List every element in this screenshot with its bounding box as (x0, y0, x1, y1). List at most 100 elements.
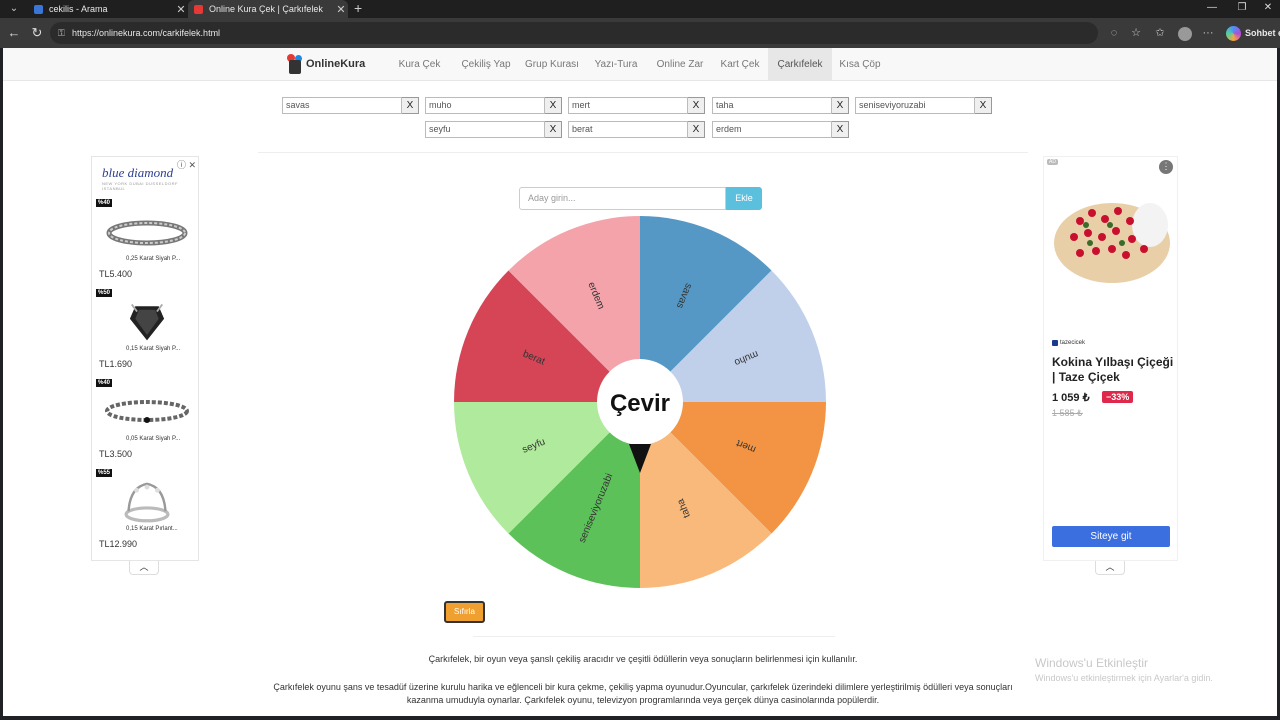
ring-crown-icon (124, 482, 170, 523)
ring-braid-icon (106, 220, 188, 246)
discount-badge: %55 (96, 469, 113, 477)
nav-cekilis-yap[interactable]: Çekiliş Yap (454, 48, 518, 81)
candidate-chip: savas X (282, 97, 419, 114)
back-icon[interactable]: ← (6, 25, 22, 41)
candidate-chip: erdem X (712, 121, 849, 138)
windows-activation-subtitle: Windows'u etkinleştirmek için Ayarlar'a … (1035, 673, 1213, 683)
product-name: 0,05 Karat Siyah P... (126, 436, 181, 442)
chevron-up-icon[interactable]: ︿ (1095, 561, 1125, 575)
remove-button[interactable]: X (832, 121, 849, 138)
product-price: TL5.400 (99, 269, 133, 279)
tab-search[interactable]: cekilis - Arama ✕ (28, 0, 188, 18)
candidate-input[interactable]: berat (568, 121, 688, 138)
plus-icon[interactable]: + (354, 0, 362, 18)
discount-badge: %40 (96, 379, 113, 387)
tab-active[interactable]: Online Kura Çek | Çarkıfelek ✕ (188, 0, 348, 18)
chevron-up-icon[interactable]: ︿ (129, 561, 159, 575)
candidate-input[interactable]: savas (282, 97, 402, 114)
remove-button[interactable]: X (688, 121, 705, 138)
search-favicon-icon (34, 4, 43, 14)
ad-title[interactable]: Kokina Yılbaşı Çiçeği | Taze Çiçek (1052, 355, 1177, 385)
minimize-icon[interactable]: — (1200, 0, 1224, 18)
candidate-input[interactable]: seyfu (425, 121, 545, 138)
bracelet-icon (105, 400, 189, 423)
star-icon[interactable]: ☆ (1129, 27, 1143, 41)
remove-button[interactable]: X (688, 97, 705, 114)
ad-product[interactable]: %40 0,05 Karat Siyah P... TL3.500 (96, 379, 196, 469)
close-tab-icon[interactable]: ✕ (174, 3, 188, 16)
candidate-input[interactable]: taha (712, 97, 832, 114)
windows-activation-watermark: Windows'u Etkinleştir Windows'u etkinleş… (1035, 656, 1213, 683)
product-price: TL12.990 (99, 539, 138, 549)
windows-activation-title: Windows'u Etkinleştir (1035, 656, 1148, 670)
logo-text: OnlineKura (306, 58, 366, 70)
nav-carkifelek[interactable]: Çarkıfelek (768, 48, 832, 81)
description-line2: Çarkıfelek oyunu şans ve tesadüf üzerine… (273, 682, 1013, 705)
restore-icon[interactable]: ❐ (1230, 0, 1254, 18)
candidate-input[interactable]: mert (568, 97, 688, 114)
remove-button[interactable]: X (832, 97, 849, 114)
candidate-input[interactable]: erdem (712, 121, 832, 138)
candidate-chip: seyfu X (425, 121, 562, 138)
nav-yazi-tura[interactable]: Yazı-Tura (588, 48, 644, 81)
site-favicon-icon (194, 4, 203, 14)
address-bar[interactable]: ⚿ https://onlinekura.com/carkifelek.html (50, 22, 1098, 44)
product-name: 0,25 Karat Siyah P... (126, 256, 181, 262)
tazecicek-logo-icon (1052, 340, 1058, 346)
tab-menu-icon[interactable]: ⌄ (6, 2, 22, 16)
ad-brand-logo: blue diamond (102, 165, 174, 180)
close-tab-icon[interactable]: ✕ (334, 3, 348, 16)
tab-label: Online Kura Çek | Çarkıfelek (209, 4, 323, 14)
close-window-icon[interactable]: ✕ (1256, 0, 1280, 18)
ad-cta-button[interactable]: Siteye git (1052, 526, 1170, 547)
candidate-chip: taha X (712, 97, 849, 114)
nav-grup-kurasi[interactable]: Grup Kurası (520, 48, 584, 81)
favorites-icon[interactable]: ✩ (1153, 27, 1167, 41)
ad-more-icon[interactable]: ⋮ (1159, 160, 1173, 174)
remove-button[interactable]: X (545, 121, 562, 138)
logo-hat-icon (287, 54, 303, 74)
nav-online-zar[interactable]: Online Zar (650, 48, 710, 81)
reload-icon[interactable]: ↻ (29, 25, 45, 41)
wheel-of-fortune[interactable]: savasmuhomerttahaseniseviyoruzabiseyfube… (453, 215, 827, 589)
more-icon[interactable]: ··· (1201, 27, 1215, 41)
add-candidate-form: Aday girin... Ekle (519, 187, 762, 210)
nav-kura-cek[interactable]: Kura Çek (391, 48, 448, 81)
description-line1: Çarkıfelek, bir oyun veya şanslı çekiliş… (428, 654, 858, 664)
left-ad[interactable]: ⓘ ✕ blue diamond NEW YORK DUBAI DUSSELDO… (91, 156, 199, 561)
reading-icon[interactable]: ◌ (1107, 27, 1121, 41)
remove-button[interactable]: X (545, 97, 562, 114)
nav-kart-cek[interactable]: Kart Çek (714, 48, 766, 81)
candidate-input[interactable]: seniseviyoruzabi (855, 97, 975, 114)
sohbet-label[interactable]: Sohbet et (1245, 28, 1280, 38)
page-viewport: OnlineKura Kura Çek Çekiliş Yap Grup Kur… (3, 48, 1277, 716)
ring-stone-icon (129, 303, 165, 341)
browser-tabbar: ⌄ cekilis - Arama ✕ Online Kura Çek | Ça… (0, 0, 1280, 18)
tab-label: cekilis - Arama (49, 4, 108, 14)
spin-label[interactable]: Çevir (610, 390, 670, 417)
product-name: 0,15 Karat Siyah P... (126, 346, 181, 352)
profile-avatar[interactable] (1178, 27, 1192, 41)
ad-brand: tazecicek (1052, 340, 1085, 346)
candidate-name-input[interactable]: Aday girin... (519, 187, 726, 210)
candidate-input[interactable]: muho (425, 97, 545, 114)
ad-discount-badge: −33% (1102, 391, 1134, 403)
ad-product[interactable]: %55 0,15 Karat Pırlant... TL12.990 (96, 469, 196, 559)
candidate-chip: mert X (568, 97, 705, 114)
ad-info-close-icon[interactable]: ⓘ ✕ (177, 158, 196, 171)
ad-product[interactable]: %50 0,15 Karat Siyah P... TL1.690 (96, 289, 196, 379)
product-name: 0,15 Karat Pırlant... (126, 526, 178, 532)
product-price: TL3.500 (99, 449, 133, 459)
divider (258, 152, 1028, 153)
discount-badge: %50 (96, 289, 113, 297)
ad-badge: AD (1047, 159, 1058, 165)
remove-button[interactable]: X (975, 97, 992, 114)
add-button[interactable]: Ekle (726, 187, 762, 210)
copilot-icon[interactable] (1226, 26, 1241, 41)
reset-button[interactable]: Sıfırla (444, 601, 485, 623)
remove-button[interactable]: X (402, 97, 419, 114)
ad-product[interactable]: %40 0,25 Karat Siyah P... TL5.400 (96, 199, 196, 289)
site-logo[interactable]: OnlineKura (287, 54, 365, 74)
right-ad[interactable]: AD ⋮ tazecicek Kokina Yılbaşı Çiçeği | T… (1043, 156, 1178, 561)
nav-kisa-cop[interactable]: Kısa Çöp (832, 48, 888, 81)
